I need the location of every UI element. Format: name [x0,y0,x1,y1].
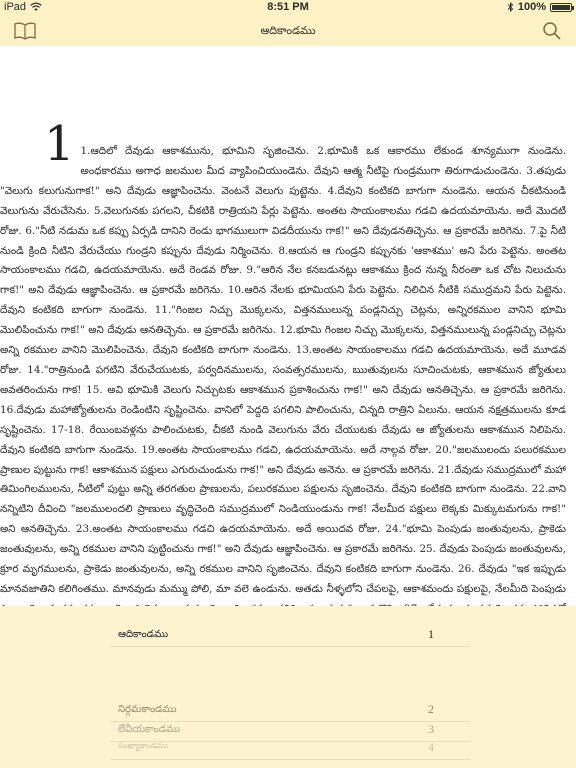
search-icon[interactable] [542,21,562,41]
battery-percent: 100% [517,1,546,13]
reader-page[interactable]: 1 1.ఆదిలో దేవుడు ఆకాశమును, భూమిని సృజించ… [0,46,576,606]
chapter-number: 1 [44,116,75,172]
toc-item[interactable]: ఆదికాండము 1 [110,624,470,647]
toc-item-name: లేవీయకాండము [118,724,181,735]
toc-item-name: ఆదికాండము [118,629,169,640]
toc-item-name: సంఖ్యాకాండము [118,741,169,750]
chapter-verses: 1.ఆదిలో దేవుడు ఆకాశమును, భూమిని సృజించెన… [0,145,566,606]
status-time: 8:51 PM [267,1,309,13]
toc-item-number: 2 [428,702,434,716]
bluetooth-icon [507,2,514,12]
toc-item-number: 3 [428,722,434,736]
toc-item-number: 1 [428,627,434,641]
toc-item[interactable]: సంఖ్యాకాండము 4 [110,737,470,760]
status-bar: iPad 8:51 PM 100% [0,0,576,16]
toc-item-name: నిర్గమకాండము [118,704,177,715]
status-right: 100% [507,1,574,13]
battery-icon [550,2,574,12]
toc-item-number: 4 [428,740,434,754]
navigation-bar: ఆదికాండము [0,16,576,46]
chapter-text-block: 1 1.ఆదిలో దేవుడు ఆకాశమును, భూమిని సృజించ… [0,118,576,606]
book-title: ఆదికాండము [260,24,316,37]
chapter-list: ఆదికాండము 1 నిర్గమకాండము 2 లేవీయకాండము 3… [0,606,576,768]
